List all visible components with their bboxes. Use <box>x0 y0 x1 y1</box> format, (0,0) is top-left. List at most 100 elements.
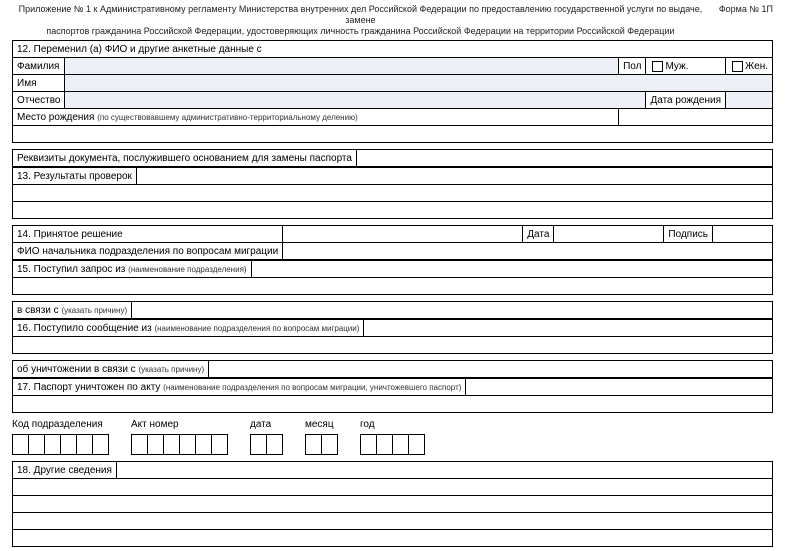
s18-input-4[interactable] <box>13 513 773 530</box>
s14-sign-label: Подпись <box>664 226 713 243</box>
surname-input[interactable] <box>65 58 619 75</box>
year-label: год <box>360 419 425 430</box>
female-checkbox[interactable] <box>732 61 743 72</box>
s14-decision-input[interactable] <box>283 226 523 243</box>
name-label: Имя <box>13 75 65 92</box>
form-number: Форма № 1П <box>709 4 773 36</box>
char-box[interactable] <box>211 434 228 455</box>
char-box[interactable] <box>408 434 425 455</box>
act-number-label: Акт номер <box>131 419 228 430</box>
s13-input-1[interactable] <box>136 168 772 185</box>
char-box[interactable] <box>76 434 93 455</box>
char-box[interactable] <box>376 434 393 455</box>
s14-chief-input[interactable] <box>283 243 773 260</box>
section-15: 15. Поступил запрос из (наименование под… <box>12 260 773 295</box>
patronymic-input[interactable] <box>65 92 646 109</box>
header-text: Приложение № 1 к Административному регла… <box>12 4 709 36</box>
year-boxes[interactable] <box>360 434 425 455</box>
char-box[interactable] <box>92 434 109 455</box>
pob-label: Место рождения (по существовавшему админ… <box>13 109 619 126</box>
codes-row: Код подразделения Акт номер дата месяц г… <box>12 419 773 455</box>
s14-date-input[interactable] <box>554 226 664 243</box>
char-box[interactable] <box>12 434 29 455</box>
doc-basis-table: Реквизиты документа, послужившего основа… <box>12 149 773 167</box>
s16-input-1[interactable] <box>364 320 773 337</box>
month-boxes[interactable] <box>305 434 338 455</box>
month-label: месяц <box>305 419 338 430</box>
s17-input-2[interactable] <box>13 396 773 413</box>
char-box[interactable] <box>195 434 212 455</box>
s14-sign-input[interactable] <box>713 226 773 243</box>
s15-input-2[interactable] <box>13 278 773 295</box>
char-box[interactable] <box>179 434 196 455</box>
section-16-destruction: об уничтожении в связи с (указать причин… <box>12 360 773 378</box>
dept-code-group: Код подразделения <box>12 419 109 455</box>
char-box[interactable] <box>360 434 377 455</box>
surname-label: Фамилия <box>13 58 65 75</box>
s16-input-2[interactable] <box>13 337 773 354</box>
s15-reason-input[interactable] <box>132 302 773 319</box>
name-input[interactable] <box>65 75 773 92</box>
char-box[interactable] <box>60 434 77 455</box>
s17-title: 17. Паспорт уничтожен по акту (наименова… <box>13 379 466 396</box>
s15-input-1[interactable] <box>251 261 772 278</box>
char-box[interactable] <box>250 434 267 455</box>
section-15-reason: в связи с (указать причину) <box>12 301 773 319</box>
dept-code-boxes[interactable] <box>12 434 109 455</box>
s13-title: 13. Результаты проверок <box>13 168 137 185</box>
dept-code-label: Код подразделения <box>12 419 109 430</box>
header-line2: паспортов гражданина Российской Федераци… <box>46 26 674 36</box>
s14-title: 14. Принятое решение <box>13 226 283 243</box>
s15-reason-label: в связи с (указать причину) <box>13 302 132 319</box>
header-line1: Приложение № 1 к Административному регла… <box>19 4 703 25</box>
s16-destruction-input[interactable] <box>209 361 773 378</box>
date-group: дата <box>250 419 283 455</box>
section-13: 13. Результаты проверок <box>12 167 773 219</box>
date-boxes[interactable] <box>250 434 283 455</box>
s18-input-2[interactable] <box>13 479 773 496</box>
s13-input-2[interactable] <box>13 185 773 202</box>
year-group: год <box>360 419 425 455</box>
sex-female-cell: Жен. <box>726 58 773 75</box>
char-box[interactable] <box>321 434 338 455</box>
dob-input[interactable] <box>726 92 773 109</box>
male-label: Муж. <box>665 61 688 72</box>
s18-input-1[interactable] <box>116 462 772 479</box>
s12-title: 12. Переменил (а) ФИО и другие анкетные … <box>13 41 773 58</box>
s16-destruction-label: об уничтожении в связи с (указать причин… <box>13 361 209 378</box>
s14-date-label: Дата <box>523 226 554 243</box>
pob-input-2[interactable] <box>13 126 773 143</box>
char-box[interactable] <box>305 434 322 455</box>
char-box[interactable] <box>392 434 409 455</box>
s18-input-5[interactable] <box>13 530 773 547</box>
char-box[interactable] <box>131 434 148 455</box>
s18-input-3[interactable] <box>13 496 773 513</box>
s16-title: 16. Поступило сообщение из (наименование… <box>13 320 364 337</box>
s17-input-1[interactable] <box>466 379 773 396</box>
s13-input-3[interactable] <box>13 202 773 219</box>
male-checkbox[interactable] <box>652 61 663 72</box>
date-label: дата <box>250 419 283 430</box>
section-14: 14. Принятое решение Дата Подпись ФИО на… <box>12 225 773 260</box>
section-18: 18. Другие сведения <box>12 461 773 547</box>
char-box[interactable] <box>44 434 61 455</box>
header: Приложение № 1 к Административному регла… <box>12 4 773 36</box>
dob-label: Дата рождения <box>646 92 726 109</box>
section-17: 17. Паспорт уничтожен по акту (наименова… <box>12 378 773 413</box>
char-box[interactable] <box>147 434 164 455</box>
pob-input[interactable] <box>619 109 773 126</box>
char-box[interactable] <box>28 434 45 455</box>
act-number-group: Акт номер <box>131 419 228 455</box>
act-number-boxes[interactable] <box>131 434 228 455</box>
sex-label: Пол <box>619 58 646 75</box>
s18-title: 18. Другие сведения <box>13 462 117 479</box>
s14-chief-label: ФИО начальника подразделения по вопросам… <box>13 243 283 260</box>
doc-basis-input[interactable] <box>356 150 772 167</box>
s15-title: 15. Поступил запрос из (наименование под… <box>13 261 252 278</box>
female-label: Жен. <box>745 61 768 72</box>
month-group: месяц <box>305 419 338 455</box>
section-16: 16. Поступило сообщение из (наименование… <box>12 319 773 354</box>
char-box[interactable] <box>163 434 180 455</box>
section-12: 12. Переменил (а) ФИО и другие анкетные … <box>12 40 773 143</box>
char-box[interactable] <box>266 434 283 455</box>
